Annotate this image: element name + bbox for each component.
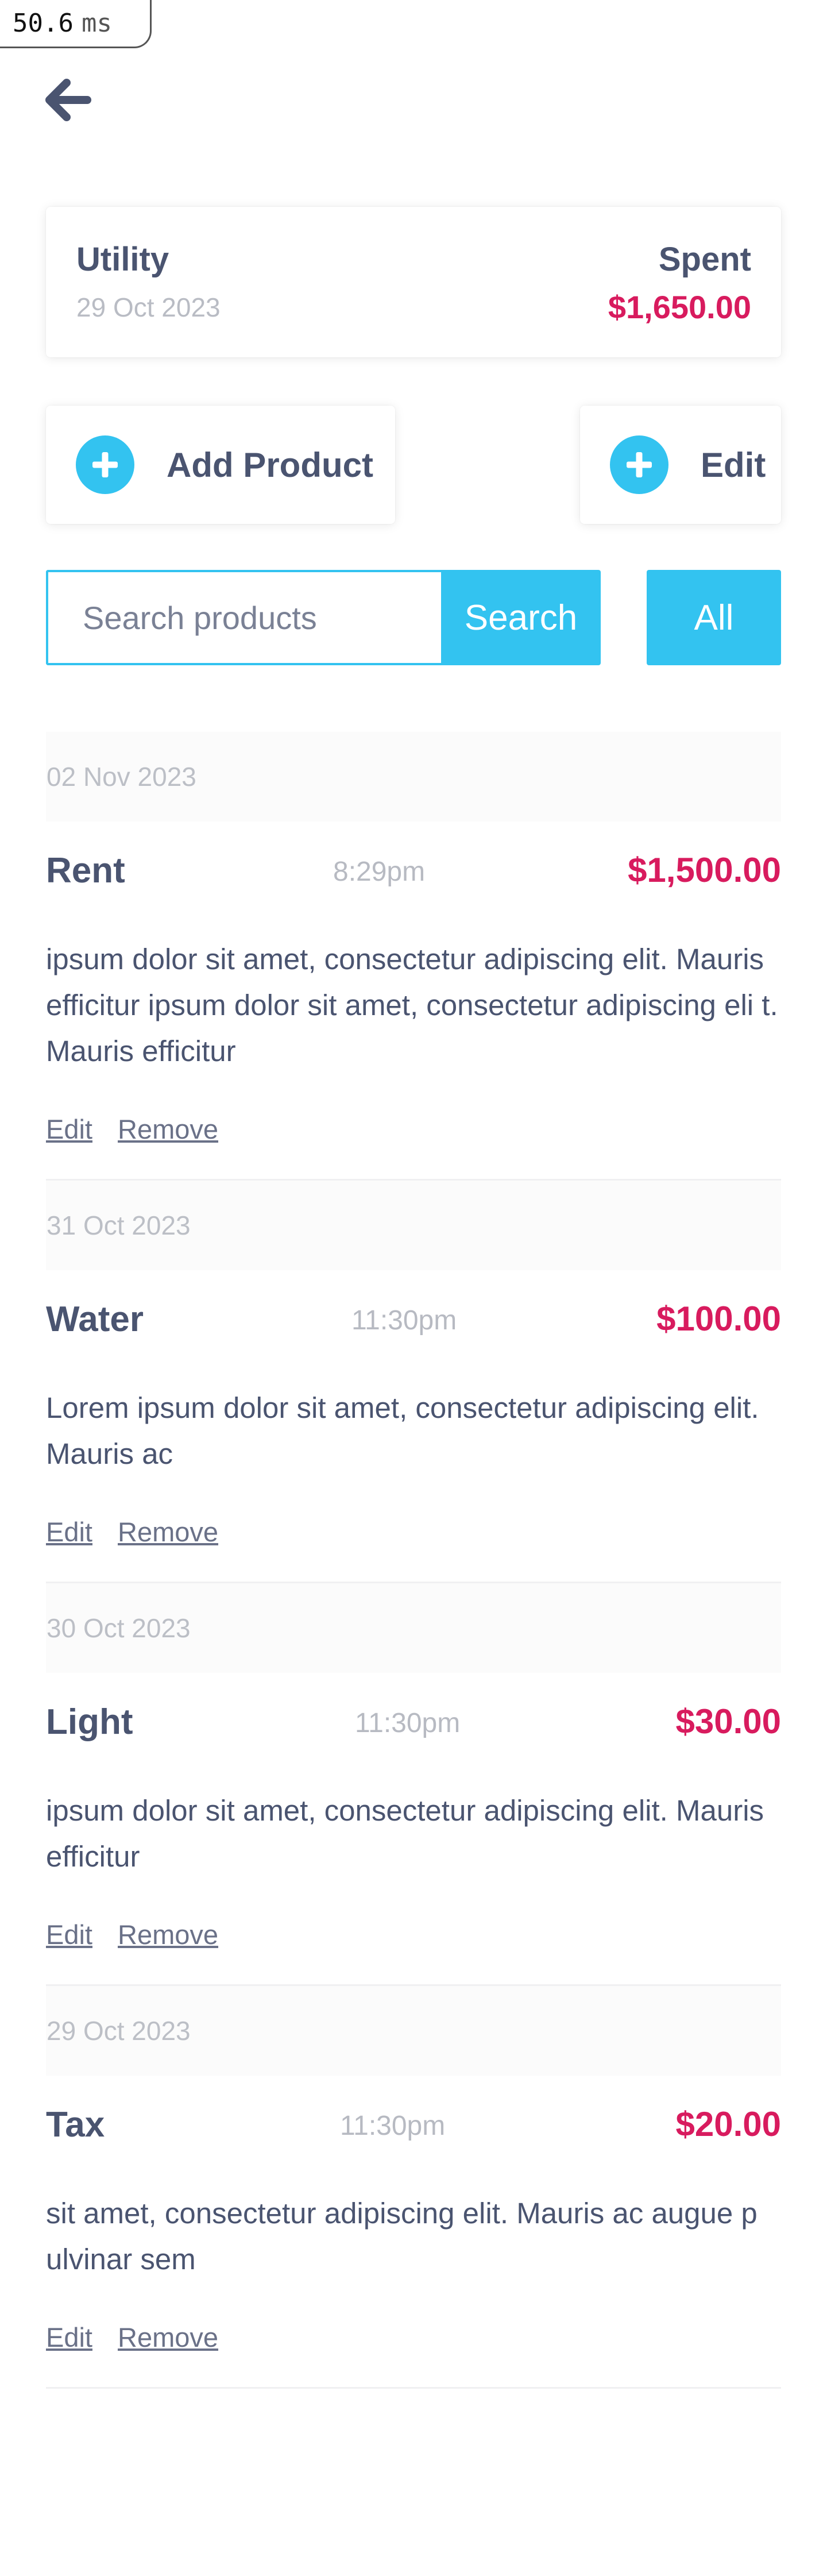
list-item: 02 Nov 2023 Rent 8:29pm $1,500.00 ipsum …: [46, 732, 781, 1181]
remove-link[interactable]: Remove: [118, 1919, 218, 1950]
entries-list: 02 Nov 2023 Rent 8:29pm $1,500.00 ipsum …: [46, 732, 781, 2389]
entry-date: 30 Oct 2023: [46, 1583, 781, 1673]
spent-value: $1,650.00: [608, 289, 751, 325]
timing-value: 50.6: [13, 9, 74, 38]
search-button[interactable]: Search: [441, 570, 601, 665]
entry-time: 11:30pm: [340, 2111, 446, 2141]
entry-date: 29 Oct 2023: [46, 1986, 781, 2076]
list-item: 30 Oct 2023 Light 11:30pm $30.00 ipsum d…: [46, 1583, 781, 1986]
all-filter-button[interactable]: All: [647, 570, 781, 665]
entry-name: Tax: [46, 2105, 105, 2145]
entry-amount: $30.00: [675, 1702, 781, 1741]
entry-description: Lorem ipsum dolor sit amet, consectetur …: [46, 1391, 759, 1470]
timing-badge: 50.6 ms: [0, 0, 152, 48]
edit-label: Edit: [701, 445, 766, 484]
edit-category-button[interactable]: Edit: [580, 406, 781, 524]
add-product-label: Add Product: [167, 445, 373, 484]
plus-circle-icon: [76, 435, 134, 494]
category-title: Utility: [76, 241, 169, 278]
remove-link[interactable]: Remove: [118, 1113, 218, 1145]
entry-amount: $1,500.00: [628, 851, 781, 889]
spent-label: Spent: [658, 241, 751, 278]
plus-circle-icon: [610, 435, 668, 494]
entry-time: 11:30pm: [351, 1305, 457, 1336]
remove-link[interactable]: Remove: [118, 2322, 218, 2353]
add-product-button[interactable]: Add Product: [46, 406, 395, 524]
entry-amount: $20.00: [675, 2105, 781, 2143]
entry-amount: $100.00: [656, 1299, 781, 1338]
entry-name: Water: [46, 1299, 144, 1339]
entry-name: Rent: [46, 851, 125, 890]
edit-link[interactable]: Edit: [46, 1516, 92, 1548]
list-item: 29 Oct 2023 Tax 11:30pm $20.00 sit amet,…: [46, 1986, 781, 2389]
timing-unit: ms: [81, 9, 112, 38]
edit-link[interactable]: Edit: [46, 2322, 92, 2353]
edit-link[interactable]: Edit: [46, 1113, 92, 1145]
entry-description: ipsum dolor sit amet, consectetur adipis…: [46, 943, 778, 1067]
category-date: 29 Oct 2023: [76, 292, 221, 322]
search-input[interactable]: [46, 570, 442, 665]
entry-date: 31 Oct 2023: [46, 1181, 781, 1270]
entry-time: 8:29pm: [333, 857, 426, 887]
back-button[interactable]: [41, 75, 93, 126]
list-item: 31 Oct 2023 Water 11:30pm $100.00 Lorem …: [46, 1181, 781, 1583]
entry-date: 02 Nov 2023: [46, 732, 781, 822]
summary-card: Utility 29 Oct 2023 Spent $1,650.00: [46, 207, 781, 357]
entry-name: Light: [46, 1702, 133, 1742]
entry-description: ipsum dolor sit amet, consectetur adipis…: [46, 1794, 764, 1873]
entry-time: 11:30pm: [355, 1708, 461, 1738]
entry-description: sit amet, consectetur adipiscing elit. M…: [46, 2197, 758, 2276]
edit-link[interactable]: Edit: [46, 1919, 92, 1950]
arrow-left-icon: [45, 79, 91, 121]
remove-link[interactable]: Remove: [118, 1516, 218, 1548]
